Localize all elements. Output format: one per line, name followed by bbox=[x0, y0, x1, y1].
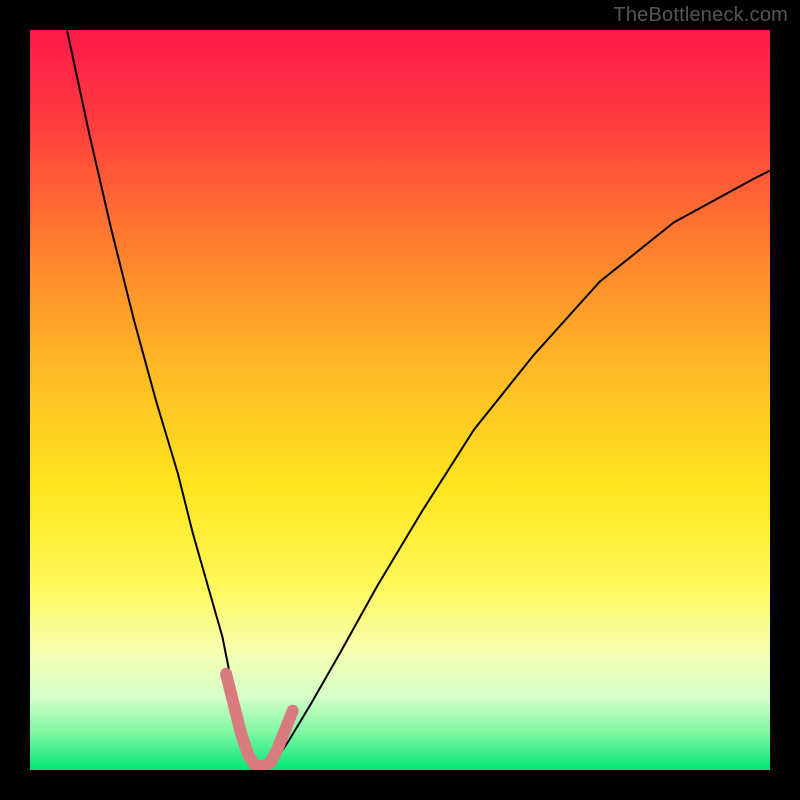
plot-area bbox=[30, 30, 770, 770]
chart-container: TheBottleneck.com bbox=[0, 0, 800, 800]
chart-svg bbox=[30, 30, 770, 770]
watermark-text: TheBottleneck.com bbox=[613, 4, 788, 27]
gradient-background bbox=[30, 30, 770, 770]
